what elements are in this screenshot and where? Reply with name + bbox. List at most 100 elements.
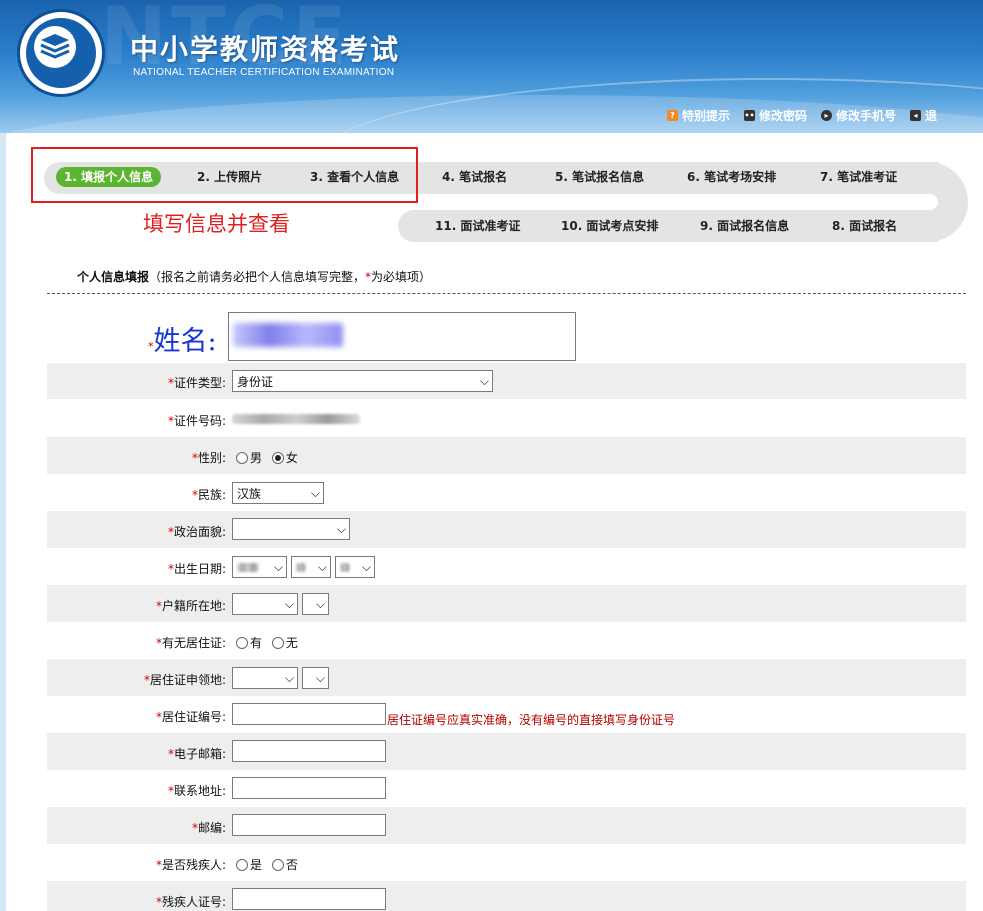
top-nav: ? 特别提示 •• 修改密码 ▸ 修改手机号 ◂ 退 xyxy=(667,107,951,124)
chevron-down-icon: ⌵ xyxy=(315,596,325,611)
chevron-down-icon: ⌵ xyxy=(310,485,320,500)
permit-place-label: *居住证申领地: xyxy=(143,673,226,687)
row-gender: *性别: 男 女 xyxy=(47,437,966,474)
address-label: *联系地址: xyxy=(167,784,226,798)
book-stack-icon xyxy=(40,34,70,59)
step-written-signup[interactable]: 4. 笔试报名 xyxy=(442,167,507,187)
email-input[interactable] xyxy=(232,740,386,762)
row-birth: *出生日期: ⌵ ⌵ ⌵ xyxy=(47,548,966,585)
form-subtitle-post: 为必填项） xyxy=(371,270,432,284)
nav-label: 退 xyxy=(925,109,938,123)
birth-label: *出生日期: xyxy=(167,562,226,576)
nav-label: 特别提示 xyxy=(682,109,731,123)
row-name: *姓名: xyxy=(47,308,966,362)
permit-number-label: *居住证编号: xyxy=(155,710,226,724)
step-written-admission[interactable]: 7. 笔试准考证 xyxy=(820,167,897,187)
id-type-select[interactable]: 身份证 ⌵ xyxy=(232,370,493,392)
row-permit-place: *居住证申领地: ⌵ ⌵ xyxy=(47,659,966,696)
chevron-down-icon: ⌵ xyxy=(315,670,325,685)
id-number-label: *证件号码: xyxy=(167,414,226,428)
political-label: *政治面貌: xyxy=(167,525,226,539)
id-number-redacted xyxy=(232,414,360,424)
disabled-no-radio[interactable]: 否 xyxy=(271,856,298,873)
form-subtitle-pre: （报名之前请务必把个人信息填写完整， xyxy=(149,270,366,284)
permit-city-select[interactable]: ⌵ xyxy=(302,667,329,689)
chevron-down-icon: ⌵ xyxy=(479,373,489,388)
nav-logout[interactable]: ◂ 退 xyxy=(910,107,937,124)
chevron-down-icon: ⌵ xyxy=(284,596,294,611)
postcode-label: *邮编: xyxy=(191,821,226,835)
nav-label: 修改手机号 xyxy=(836,109,897,123)
form-title: 个人信息填报 xyxy=(77,270,150,284)
ethnicity-select[interactable]: 汉族 ⌵ xyxy=(232,482,324,504)
row-address: *联系地址: xyxy=(47,770,966,807)
row-permit-number: *居住证编号: 居住证编号应真实准确，没有编号的直接填写身份证号 xyxy=(47,696,966,733)
chevron-down-icon: ⌵ xyxy=(361,559,371,574)
email-label: *电子邮箱: xyxy=(167,747,226,761)
site-header: NTCE 中小学教师资格考试 NATIONAL TEACHER CERTIFIC… xyxy=(0,0,983,133)
step-interview-site[interactable]: 10. 面试考点安排 xyxy=(561,216,658,236)
site-subtitle: NATIONAL TEACHER CERTIFICATION EXAMINATI… xyxy=(133,67,395,78)
row-email: *电子邮箱: xyxy=(47,733,966,770)
step-interview-admission[interactable]: 11. 面试准考证 xyxy=(435,216,520,236)
row-political: *政治面貌: ⌵ xyxy=(47,511,966,548)
form-divider xyxy=(47,293,966,294)
step-written-signup-info[interactable]: 5. 笔试报名信息 xyxy=(555,167,644,187)
chevron-down-icon: ⌵ xyxy=(273,559,283,574)
nav-special-notice[interactable]: ? 特别提示 xyxy=(667,107,730,124)
form-heading: 个人信息填报（报名之前请务必把个人信息填写完整，*为必填项） xyxy=(77,268,431,285)
id-type-label: *证件类型: xyxy=(167,376,226,390)
name-label-text: 姓名: xyxy=(153,326,217,357)
permit-province-select[interactable]: ⌵ xyxy=(232,667,298,689)
name-field[interactable] xyxy=(228,312,576,361)
step-written-room[interactable]: 6. 笔试考场安排 xyxy=(687,167,776,187)
postcode-input[interactable] xyxy=(232,814,386,836)
chevron-down-icon: ⌵ xyxy=(336,521,346,536)
row-ethnicity: *民族: 汉族 ⌵ xyxy=(47,474,966,511)
row-disability-cert: *残疾人证号: xyxy=(47,881,966,911)
hukou-city-select[interactable]: ⌵ xyxy=(302,593,329,615)
row-postcode: *邮编: xyxy=(47,807,966,844)
nav-change-phone[interactable]: ▸ 修改手机号 xyxy=(821,107,896,124)
disability-cert-input[interactable] xyxy=(232,888,386,910)
disability-cert-label: *残疾人证号: xyxy=(155,895,226,909)
address-input[interactable] xyxy=(232,777,386,799)
site-title: 中小学教师资格考试 xyxy=(130,33,401,66)
name-redacted xyxy=(233,323,343,347)
permit-no-radio[interactable]: 无 xyxy=(271,634,298,651)
step-track-gap xyxy=(900,194,938,210)
frame-border xyxy=(0,133,6,911)
row-id-number: *证件号码: xyxy=(47,400,966,437)
annotation-text: 填写信息并查看 xyxy=(143,212,290,236)
key-icon: •• xyxy=(744,110,756,121)
hukou-province-select[interactable]: ⌵ xyxy=(232,593,298,615)
disabled-yes-radio[interactable]: 是 xyxy=(236,856,262,873)
chevron-down-icon: ⌵ xyxy=(284,670,294,685)
warning-icon: ? xyxy=(667,110,678,121)
birth-day-select[interactable]: ⌵ xyxy=(335,556,375,578)
nav-change-password[interactable]: •• 修改密码 xyxy=(744,107,807,124)
ntce-logo xyxy=(17,9,105,97)
birth-month-select[interactable]: ⌵ xyxy=(291,556,331,578)
name-label: *姓名: xyxy=(148,319,217,358)
hukou-label: *户籍所在地: xyxy=(155,599,226,613)
permit-yes-radio[interactable]: 有 xyxy=(236,634,262,651)
disabled-label: *是否残疾人: xyxy=(155,858,226,872)
row-disabled: *是否残疾人: 是 否 xyxy=(47,844,966,881)
birth-year-select[interactable]: ⌵ xyxy=(232,556,287,578)
logout-icon: ◂ xyxy=(910,110,922,121)
ethnicity-label: *民族: xyxy=(191,488,226,502)
row-id-type: *证件类型: 身份证 ⌵ xyxy=(47,363,966,399)
step-interview-signup-info[interactable]: 9. 面试报名信息 xyxy=(700,216,789,236)
nav-label: 修改密码 xyxy=(759,109,808,123)
residence-permit-label: *有无居住证: xyxy=(155,636,226,650)
permit-number-input[interactable] xyxy=(232,703,386,725)
step-interview-signup[interactable]: 8. 面试报名 xyxy=(832,216,897,236)
row-residence-permit: *有无居住证: 有 无 xyxy=(47,622,966,659)
chevron-down-icon: ⌵ xyxy=(317,559,327,574)
permit-number-hint: 居住证编号应真实准确，没有编号的直接填写身份证号 xyxy=(387,713,676,727)
gender-female-radio[interactable]: 女 xyxy=(271,449,298,466)
gender-male-radio[interactable]: 男 xyxy=(236,449,262,466)
political-select[interactable]: ⌵ xyxy=(232,518,350,540)
row-hukou: *户籍所在地: ⌵ ⌵ xyxy=(47,585,966,622)
